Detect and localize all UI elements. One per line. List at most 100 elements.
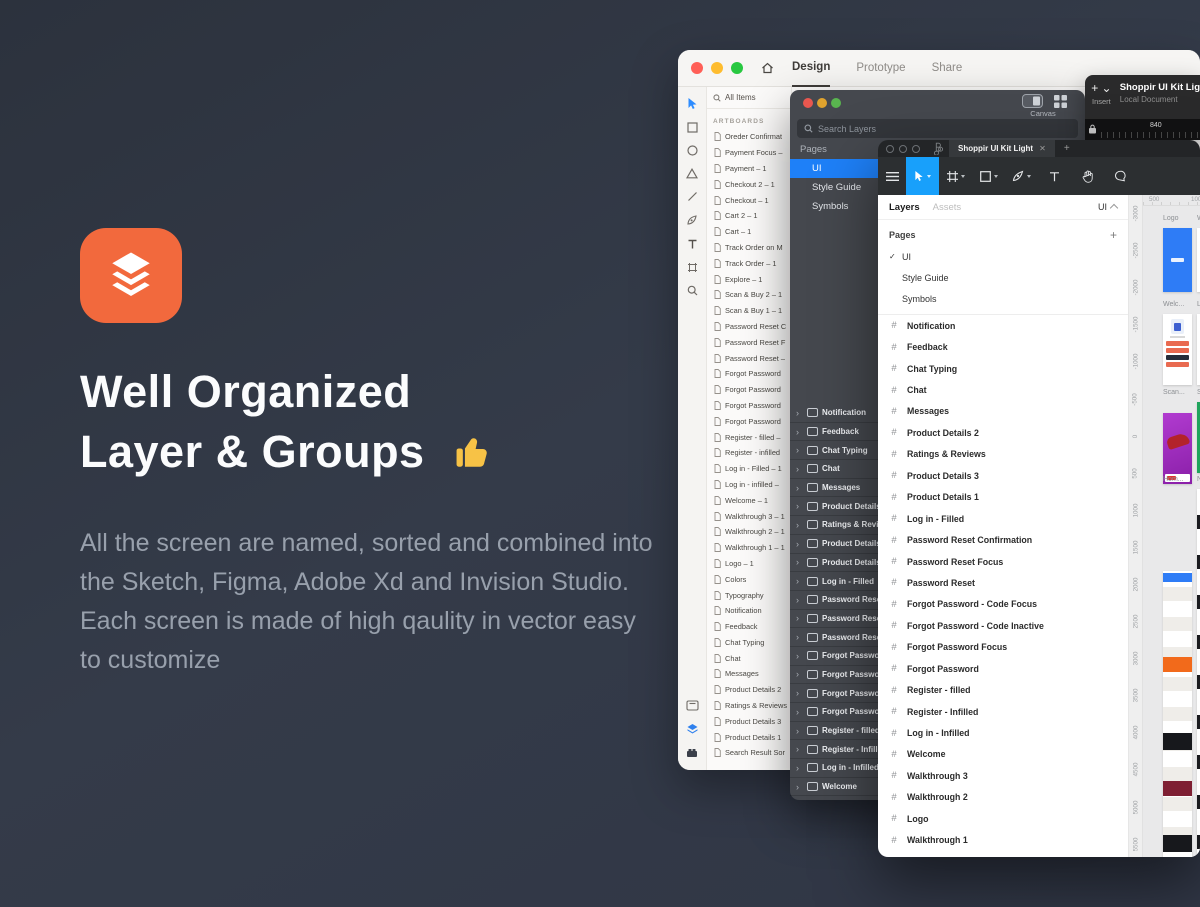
libraries-panel-icon[interactable] [686, 747, 698, 758]
artboard-list-item[interactable]: Notification [707, 603, 791, 619]
frame-list-item[interactable]: # Welcome [878, 744, 1128, 765]
select-tool-icon[interactable] [687, 97, 698, 110]
frame-list-item[interactable]: # Walkthrough 1 [878, 830, 1128, 851]
frame-list-item[interactable]: # Walkthrough 3 [878, 765, 1128, 786]
artboard-list-item[interactable]: Forgot Password [707, 366, 791, 382]
artboard-list-item[interactable]: Product Details 2 [707, 682, 791, 698]
artboard-list-item[interactable]: Explore – 1 [707, 271, 791, 287]
minimize-button[interactable] [899, 145, 907, 153]
panel-tab-assets[interactable]: Assets [933, 202, 962, 213]
artboard-label-scan[interactable]: Scan... [1163, 389, 1185, 396]
frame-list-item[interactable]: # Product Details 3 [878, 465, 1128, 486]
text-tool[interactable] [1038, 157, 1071, 195]
zoom-tool-icon[interactable] [687, 285, 698, 296]
home-icon[interactable] [761, 62, 774, 74]
menu-icon[interactable] [878, 157, 906, 195]
insert-button[interactable]: + ⌄ Insert [1085, 82, 1118, 119]
frame-list-item[interactable]: # Feedback [878, 336, 1128, 357]
artboard-list-item[interactable]: Password Reset C [707, 319, 791, 335]
artboard-list-item[interactable]: Oreder Confirmat [707, 129, 791, 145]
artboard-list-item[interactable]: Search Result Sor [707, 745, 791, 761]
artboard-list-item[interactable]: Product Details 3 [707, 713, 791, 729]
artboard-list-item[interactable]: Track Order – 1 [707, 255, 791, 271]
artboard-thumbnail-home[interactable] [1163, 571, 1192, 857]
close-tab-icon[interactable]: ✕ [1039, 144, 1046, 153]
artboard-list-item[interactable]: Typography [707, 587, 791, 603]
frame-list-item[interactable]: # Walkthrough 2 [878, 787, 1128, 808]
artboard-list-item[interactable]: Chat [707, 650, 791, 666]
frame-list-item[interactable]: # Forgot Password Focus [878, 637, 1128, 658]
sketch-search-field[interactable]: Search Layers [797, 119, 1078, 138]
minimize-button[interactable] [711, 62, 723, 74]
pen-tool[interactable] [1005, 157, 1038, 195]
artboard-list-item[interactable]: Log in - Filled – 1 [707, 461, 791, 477]
artboard-tool-icon[interactable] [687, 262, 698, 273]
artboard-label-welcome[interactable]: Welc... [1163, 301, 1184, 308]
grid-view-icon[interactable] [1054, 95, 1067, 108]
frame-list-item[interactable]: # Ratings & Reviews [878, 444, 1128, 465]
chevron-right-icon[interactable]: › [796, 688, 803, 698]
tab-design[interactable]: Design [792, 49, 830, 87]
artboard-list-item[interactable]: Cart – 1 [707, 224, 791, 240]
artboard-list-item[interactable]: Walkthrough 2 – 1 [707, 524, 791, 540]
chevron-right-icon[interactable]: › [796, 501, 803, 511]
artboard-list-item[interactable]: Checkout – 1 [707, 192, 791, 208]
lock-icon[interactable] [1089, 124, 1096, 134]
frame-list-item[interactable]: # Product Details 2 [878, 422, 1128, 443]
artboard-list-item[interactable]: Forgot Password [707, 382, 791, 398]
frame-list-item[interactable]: # Password Reset [878, 572, 1128, 593]
frame-list-item[interactable]: # Forgot Password [878, 658, 1128, 679]
chevron-right-icon[interactable]: › [796, 557, 803, 567]
layers-panel-icon[interactable] [686, 723, 699, 735]
artboard-thumbnail-scan[interactable] [1163, 413, 1192, 484]
frame-list-item[interactable]: # Forgot Password - Code Inactive [878, 615, 1128, 636]
artboard-list-item[interactable]: Register - filled – [707, 429, 791, 445]
maximize-button[interactable] [731, 62, 743, 74]
artboard-label-home[interactable]: Hom... [1163, 476, 1184, 483]
frame-list-item[interactable]: # Messages [878, 401, 1128, 422]
chevron-right-icon[interactable]: › [796, 464, 803, 474]
move-tool[interactable] [906, 157, 939, 195]
tab-prototype[interactable]: Prototype [856, 50, 905, 86]
artboard-list-item[interactable]: Ratings & Reviews [707, 698, 791, 714]
polygon-tool-icon[interactable] [686, 168, 698, 179]
add-page-icon[interactable]: + [1110, 228, 1117, 242]
chevron-right-icon[interactable]: › [796, 632, 803, 642]
figma-document-tab[interactable]: Shoppir UI Kit Light ✕ [949, 140, 1055, 157]
text-tool-icon[interactable] [687, 238, 698, 250]
shape-tool[interactable] [972, 157, 1005, 195]
artboard-list-item[interactable]: Password Reset – [707, 350, 791, 366]
chevron-right-icon[interactable]: › [796, 445, 803, 455]
artboard-list-item[interactable]: Password Reset F [707, 334, 791, 350]
artboard-list-item[interactable]: Track Order on M [707, 240, 791, 256]
artboard-thumbnail-logo[interactable] [1163, 228, 1192, 292]
maximize-button[interactable] [912, 145, 920, 153]
figma-page-item-style-guide[interactable]: Style Guide [878, 267, 1128, 288]
chevron-right-icon[interactable]: › [796, 782, 803, 792]
chevron-right-icon[interactable]: › [796, 539, 803, 549]
artboard-list-item[interactable]: Chat Typing [707, 635, 791, 651]
artboard-list-item[interactable]: Walkthrough 3 – 1 [707, 508, 791, 524]
artboard-list-item[interactable]: Welcome – 1 [707, 492, 791, 508]
rectangle-tool-icon[interactable] [687, 122, 698, 133]
line-tool-icon[interactable] [687, 191, 698, 202]
artboard-list-item[interactable]: Messages [707, 666, 791, 682]
artboard-list-item[interactable]: Checkout 2 – 1 [707, 176, 791, 192]
canvas-view-toggle-icon[interactable] [1022, 94, 1043, 108]
frame-list-item[interactable]: # Logo [878, 808, 1128, 829]
close-button[interactable] [691, 62, 703, 74]
frame-list-item[interactable]: # Forgot Password - Code Focus [878, 594, 1128, 615]
frame-list-item[interactable]: # Register - filled [878, 679, 1128, 700]
frame-list-item[interactable]: # Chat Typing [878, 358, 1128, 379]
ellipse-tool-icon[interactable] [687, 145, 698, 156]
chevron-right-icon[interactable]: › [796, 576, 803, 586]
frame-list-item[interactable]: # Password Reset Focus [878, 551, 1128, 572]
artboard-thumbnail-welcome[interactable] [1163, 314, 1192, 385]
chevron-right-icon[interactable]: › [796, 483, 803, 493]
page-indicator[interactable]: UI [1098, 202, 1117, 212]
chevron-right-icon[interactable]: › [796, 763, 803, 773]
frame-list-item[interactable]: # Register - Infilled [878, 701, 1128, 722]
artboard-list-item[interactable]: Colors [707, 571, 791, 587]
artboard-list-item[interactable]: Scan & Buy 2 – 1 [707, 287, 791, 303]
artboard-panel-icon[interactable] [686, 700, 699, 711]
